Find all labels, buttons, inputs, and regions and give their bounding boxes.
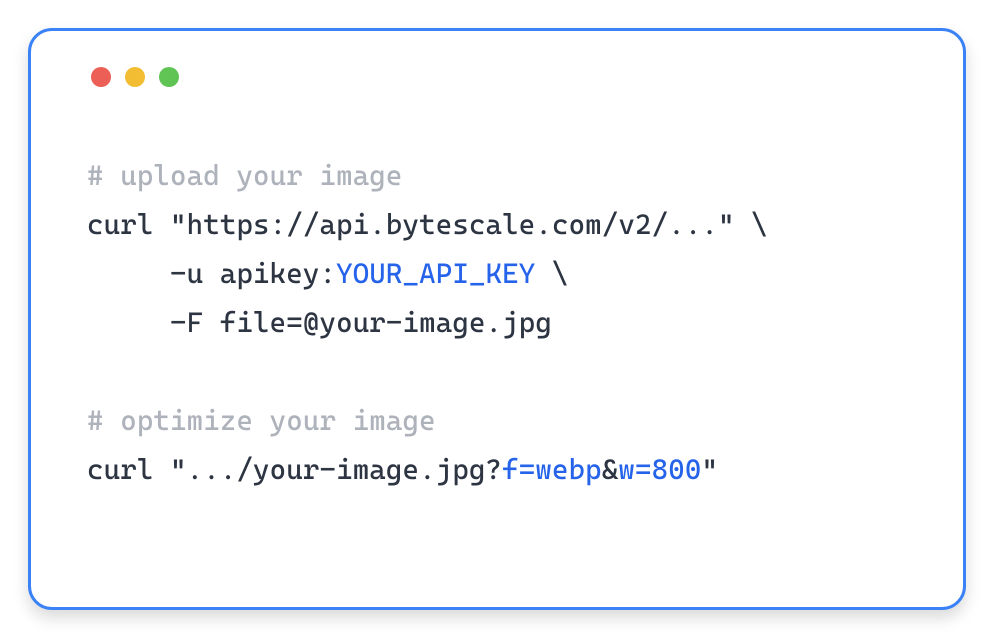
code-block: # upload your image curl "https://api.by… [87, 151, 907, 494]
code-line: & [602, 453, 619, 486]
code-line: -u apikey: [87, 257, 336, 290]
code-highlight: YOUR_API_KEY [336, 257, 535, 290]
minimize-icon [125, 67, 145, 87]
code-line: -F file=@your-image.jpg [87, 306, 552, 339]
code-highlight: f=webp [502, 453, 602, 486]
code-line: \ [535, 257, 568, 290]
code-line: " [701, 453, 718, 486]
code-line: curl ".../your-image.jpg? [87, 453, 502, 486]
code-comment: # optimize your image [87, 404, 436, 437]
code-comment: # upload your image [87, 159, 403, 192]
code-line: curl "https://api.bytescale.com/v2/..." … [87, 208, 768, 241]
close-icon [91, 67, 111, 87]
traffic-lights [91, 67, 907, 87]
terminal-window: # upload your image curl "https://api.by… [28, 28, 966, 610]
maximize-icon [159, 67, 179, 87]
code-highlight: w=800 [618, 453, 701, 486]
